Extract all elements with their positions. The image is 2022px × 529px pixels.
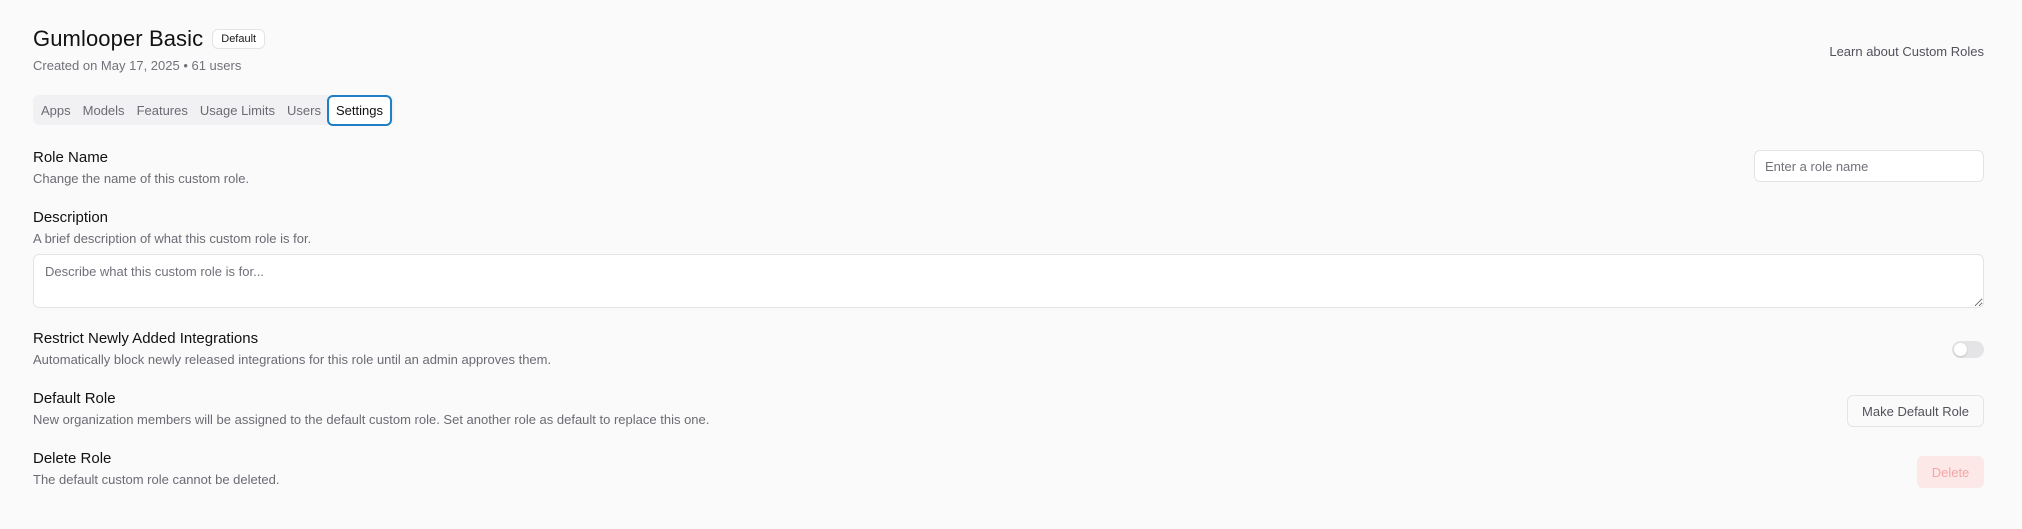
role-header: Gumlooper Basic Default — [33, 26, 266, 52]
restrict-integrations-title: Restrict Newly Added Integrations — [33, 330, 259, 347]
description-textarea[interactable] — [33, 254, 1984, 308]
role-name-description: Change the name of this custom role. — [33, 171, 250, 186]
tab-bar: Apps Models Features Usage Limits Users … — [33, 94, 394, 126]
default-badge: Default — [212, 29, 266, 49]
tab-features[interactable]: Features — [131, 95, 194, 125]
role-name-title: Role Name — [33, 149, 109, 166]
tab-usage-limits[interactable]: Usage Limits — [194, 95, 281, 125]
tab-apps[interactable]: Apps — [35, 95, 77, 125]
delete-role-button[interactable]: Delete — [1917, 456, 1984, 488]
restrict-integrations-toggle[interactable] — [1952, 341, 1984, 358]
delete-role-title: Delete Role — [33, 450, 112, 467]
default-role-description: New organization members will be assigne… — [33, 412, 710, 427]
description-title: Description — [33, 209, 109, 226]
role-subtitle: Created on May 17, 2025 • 61 users — [33, 58, 242, 73]
role-name-input[interactable] — [1754, 150, 1984, 182]
title-row: Gumlooper Basic Default — [33, 26, 266, 52]
tab-models[interactable]: Models — [77, 95, 131, 125]
tab-settings[interactable]: Settings — [326, 94, 392, 126]
default-role-title: Default Role — [33, 390, 116, 407]
toggle-knob — [1954, 343, 1967, 356]
description-description: A brief description of what this custom … — [33, 231, 312, 246]
delete-role-description: The default custom role cannot be delete… — [33, 472, 280, 487]
make-default-role-button[interactable]: Make Default Role — [1847, 395, 1984, 427]
restrict-integrations-description: Automatically block newly released integ… — [33, 352, 552, 367]
page-title: Gumlooper Basic — [33, 26, 204, 51]
tab-users[interactable]: Users — [281, 95, 327, 125]
learn-custom-roles-link[interactable]: Learn about Custom Roles — [1829, 44, 1984, 59]
